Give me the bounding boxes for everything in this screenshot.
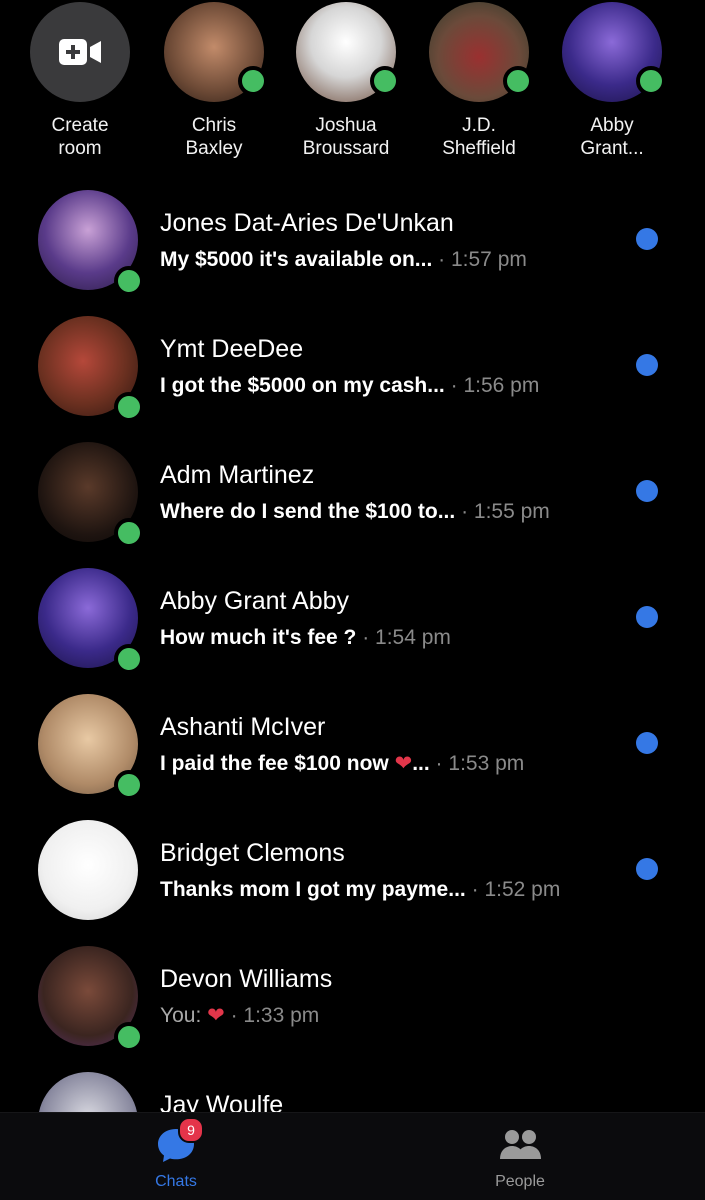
chat-row[interactable]: Bridget Clemons Thanks mom I got my paym… [0, 808, 705, 928]
bottom-nav: 9 Chats People [0, 1112, 705, 1200]
online-indicator [114, 1022, 144, 1052]
chat-preview: Where do I send the $100 to... · 1:55 pm [160, 498, 620, 526]
unread-indicator [636, 228, 658, 250]
avatar [429, 2, 533, 102]
chat-time: 1:53 pm [448, 752, 525, 775]
chat-time: 1:33 pm [243, 1004, 320, 1027]
chat-message: How much it's fee ? [160, 626, 357, 649]
video-plus-icon [59, 39, 101, 65]
chat-row[interactable]: Ashanti McIver I paid the fee $100 now ❤… [0, 682, 705, 802]
chat-name: Adm Martinez [160, 461, 315, 489]
separator: · [471, 878, 479, 901]
avatar [38, 442, 144, 548]
chat-row[interactable]: Jones Dat-Aries De'Unkan My $5000 it's a… [0, 178, 705, 298]
active-contact-chris-baxley[interactable]: Chris Baxley [154, 0, 274, 160]
chat-message: I paid the fee $100 now [160, 752, 389, 775]
unread-indicator [636, 606, 658, 628]
chat-name: Abby Grant Abby [160, 587, 350, 615]
online-indicator [636, 66, 666, 96]
create-room-label: Create room [51, 115, 109, 159]
active-contacts-strip: Create room Chris Baxley Joshua Broussar… [0, 0, 705, 170]
chat-name: Bridget Clemons [160, 839, 345, 867]
chat-preview: Thanks mom I got my payme... · 1:52 pm [160, 876, 620, 904]
unread-count-badge: 9 [178, 1117, 204, 1143]
avatar [38, 694, 144, 800]
unread-indicator [636, 732, 658, 754]
tab-chats[interactable]: 9 Chats [116, 1113, 236, 1200]
active-contact-name: Abby Grant... [580, 115, 644, 159]
avatar [38, 316, 144, 422]
chat-name: Ymt DeeDee [160, 335, 304, 363]
chat-name: Devon Williams [160, 965, 333, 993]
heart-emoji-icon: ❤ [394, 752, 413, 775]
chat-preview: I paid the fee $100 now ❤... · 1:53 pm [160, 750, 620, 778]
online-indicator [114, 518, 144, 548]
tab-label: People [495, 1173, 545, 1190]
avatar [296, 2, 400, 102]
separator: · [461, 500, 469, 523]
create-room-button[interactable]: Create room [20, 0, 140, 160]
chat-time: 1:56 pm [463, 374, 540, 397]
chat-preview: You: ❤ · 1:33 pm [160, 1002, 620, 1030]
active-contact-joshua-broussard[interactable]: Joshua Broussard [286, 0, 406, 160]
active-contact-abby-grant[interactable]: Abby Grant... [552, 0, 672, 160]
avatar [38, 568, 144, 674]
online-indicator [503, 66, 533, 96]
chat-message: You: [160, 1004, 202, 1027]
chat-message: I got the $5000 on my cash... [160, 374, 445, 397]
heart-emoji-icon: ❤ [207, 1004, 225, 1027]
chat-row[interactable]: Devon Williams You: ❤ · 1:33 pm [0, 934, 705, 1054]
chat-message: Thanks mom I got my payme... [160, 878, 466, 901]
chat-time: 1:57 pm [450, 248, 527, 271]
active-contact-name: Joshua Broussard [302, 115, 390, 159]
unread-indicator [636, 480, 658, 502]
chat-name: Ashanti McIver [160, 713, 326, 741]
chat-message: Where do I send the $100 to... [160, 500, 456, 523]
chat-row[interactable]: Abby Grant Abby How much it's fee ? · 1:… [0, 556, 705, 676]
avatar [38, 946, 144, 1052]
chat-preview: My $5000 it's available on... · 1:57 pm [160, 246, 620, 274]
separator: · [230, 1004, 238, 1027]
chat-bubble-icon: 9 [154, 1117, 204, 1165]
tab-label: Chats [155, 1173, 197, 1190]
avatar [38, 820, 138, 920]
create-room-circle [30, 2, 130, 102]
separator: · [438, 248, 446, 271]
active-contact-name: J.D. Sheffield [442, 115, 516, 159]
online-indicator [114, 644, 144, 674]
separator: · [362, 626, 370, 649]
chat-row[interactable]: Ymt DeeDee I got the $5000 on my cash...… [0, 304, 705, 424]
chat-row[interactable]: Adm Martinez Where do I send the $100 to… [0, 430, 705, 550]
chat-time: 1:55 pm [473, 500, 550, 523]
separator: · [450, 374, 458, 397]
chat-message: My $5000 it's available on... [160, 248, 433, 271]
chat-preview: I got the $5000 on my cash... · 1:56 pm [160, 372, 620, 400]
chat-message-ellipsis: ... [412, 752, 430, 775]
avatar [38, 190, 144, 296]
chat-time: 1:52 pm [484, 878, 561, 901]
online-indicator [114, 392, 144, 422]
messenger-screen: Create room Chris Baxley Joshua Broussar… [0, 0, 705, 1200]
chat-preview: How much it's fee ? · 1:54 pm [160, 624, 620, 652]
online-indicator [238, 66, 268, 96]
chat-name: Jones Dat-Aries De'Unkan [160, 209, 454, 237]
unread-indicator [636, 858, 658, 880]
people-icon [498, 1125, 542, 1165]
active-contact-jd-sheffield[interactable]: J.D. Sheffield [419, 0, 539, 160]
online-indicator [114, 770, 144, 800]
avatar [562, 2, 666, 102]
tab-people[interactable]: People [460, 1113, 580, 1200]
avatar [164, 2, 268, 102]
separator: · [435, 752, 443, 775]
unread-indicator [636, 354, 658, 376]
online-indicator [114, 266, 144, 296]
chat-time: 1:54 pm [375, 626, 451, 649]
online-indicator [370, 66, 400, 96]
active-contact-name: Chris Baxley [185, 115, 243, 159]
